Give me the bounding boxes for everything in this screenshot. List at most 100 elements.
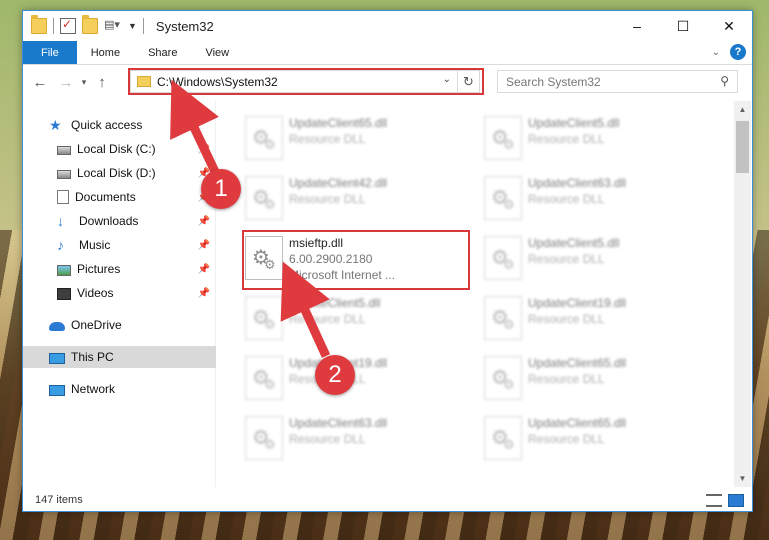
vertical-scrollbar[interactable]: ▲ ▼ (734, 101, 751, 487)
help-icon[interactable]: ? (730, 44, 746, 60)
file-description: Resource DLL (528, 312, 605, 326)
pictures-icon (57, 264, 71, 276)
expand-ribbon-icon[interactable]: ⌄ (712, 47, 720, 58)
sidebar-item-label: Local Disk (C:) (77, 142, 156, 156)
ribbon-tabs: File Home Share View ⌄ ? (23, 41, 752, 65)
file-tile[interactable]: UpdateClient19.dll Resource DLL (241, 351, 471, 407)
scroll-up-icon[interactable]: ▲ (734, 101, 751, 118)
scroll-down-icon[interactable]: ▼ (734, 470, 751, 487)
back-arrow-icon[interactable]: ← (29, 74, 51, 91)
pin-icon[interactable]: 📌 (198, 240, 210, 251)
sidebar-item-onedrive[interactable]: OneDrive (23, 314, 216, 336)
file-description: Resource DLL (528, 432, 605, 446)
pin-icon[interactable]: 📌 (198, 216, 210, 227)
dll-file-icon (245, 176, 283, 220)
sidebar-item-label: Network (71, 382, 116, 396)
sidebar-item-quick-access[interactable]: ★ Quick access (23, 114, 216, 136)
file-tile[interactable]: UpdateClient65.dll Resource DLL (480, 351, 710, 407)
dll-file-icon (484, 356, 522, 400)
file-description: Resource DLL (528, 372, 605, 386)
sidebar-item-label: This PC (71, 350, 114, 364)
window-title: System32 (155, 18, 214, 34)
sidebar-item-downloads[interactable]: ↓ Downloads 📌 (23, 210, 216, 232)
close-button[interactable]: ✕ (706, 11, 752, 41)
pin-icon[interactable]: 📌 (198, 288, 210, 299)
file-tile[interactable]: UpdateClient65.dll Resource DLL (480, 411, 710, 467)
quick-access-toolbar: ▤▾ ▼ (23, 15, 144, 34)
toolbar-dropdown-icon[interactable]: ▼ (128, 21, 137, 31)
sidebar-item-documents[interactable]: Documents 📌 (23, 186, 216, 208)
file-name: UpdateClient5.dll (528, 236, 620, 250)
dll-file-icon (245, 356, 283, 400)
customize-toolbar-icon[interactable]: ▤▾ (104, 18, 122, 34)
sidebar-item-videos[interactable]: Videos 📌 (23, 282, 216, 304)
file-name: UpdateClient65.dll (528, 416, 627, 430)
file-description: Resource DLL (528, 252, 605, 266)
sidebar-item-label: Quick access (71, 118, 143, 132)
file-tile[interactable]: UpdateClient63.dll Resource DLL (241, 411, 471, 467)
up-arrow-icon[interactable]: ↑ (91, 74, 113, 91)
file-name: UpdateClient65.dll (528, 356, 627, 370)
tab-file[interactable]: File (23, 41, 77, 64)
sidebar-item-music[interactable]: ♪ Music 📌 (23, 234, 216, 256)
toolbar-divider (53, 18, 54, 34)
recent-locations-icon[interactable]: ▾ (77, 77, 91, 88)
sidebar-item-label: Local Disk (D:) (77, 166, 156, 180)
star-icon: ★ (49, 117, 62, 133)
file-description: Resource DLL (289, 432, 366, 446)
sidebar-item-this-pc[interactable]: This PC (23, 346, 216, 368)
maximize-button[interactable]: ☐ (660, 11, 706, 41)
dll-file-icon (245, 116, 283, 160)
large-icons-view-icon[interactable] (728, 494, 744, 507)
file-list: UpdateClient65.dll Resource DLL UpdateCl… (217, 101, 733, 487)
new-folder-icon[interactable] (82, 15, 98, 34)
pin-icon[interactable]: 📌 (198, 144, 210, 155)
file-description: Resource DLL (289, 132, 366, 146)
status-bar: 147 items (23, 489, 752, 511)
file-name: UpdateClient42.dll (289, 176, 388, 190)
file-tile[interactable]: UpdateClient63.dll Resource DLL (480, 171, 710, 227)
dll-file-icon (484, 176, 522, 220)
file-name: UpdateClient65.dll (289, 116, 388, 130)
file-tile[interactable]: UpdateClient5.dll Resource DLL (480, 231, 710, 287)
tab-view[interactable]: View (191, 41, 243, 64)
file-tile[interactable]: UpdateClient19.dll Resource DLL (480, 291, 710, 347)
documents-icon (57, 190, 69, 204)
file-tile[interactable]: UpdateClient65.dll Resource DLL (241, 111, 471, 167)
properties-icon[interactable] (60, 17, 76, 34)
sidebar-item-label: Videos (77, 286, 114, 300)
file-highlight-box (242, 230, 470, 290)
cloud-icon (49, 322, 65, 331)
forward-arrow-icon[interactable]: → (55, 74, 77, 91)
pin-icon[interactable]: 📌 (198, 264, 210, 275)
tab-home[interactable]: Home (77, 41, 134, 64)
file-tile[interactable]: UpdateClient42.dll Resource DLL (241, 171, 471, 227)
sidebar-item-local-disk-c[interactable]: Local Disk (C:) 📌 (23, 138, 216, 160)
file-description: Resource DLL (289, 312, 366, 326)
address-highlight-box (128, 68, 484, 95)
minimize-button[interactable]: – (614, 11, 660, 41)
sidebar-item-pictures[interactable]: Pictures 📌 (23, 258, 216, 280)
sidebar-item-label: Music (79, 238, 111, 252)
file-tile[interactable]: UpdateClient5.dll Resource DLL (241, 291, 471, 347)
dll-file-icon (484, 116, 522, 160)
folder-icon[interactable] (31, 15, 47, 34)
step-badge-1: 1 (201, 169, 241, 209)
file-tile[interactable]: UpdateClient5.dll Resource DLL (480, 111, 710, 167)
step-badge-2: 2 (315, 355, 355, 395)
file-description: Resource DLL (528, 192, 605, 206)
drive-icon (57, 146, 71, 155)
computer-icon (49, 352, 65, 364)
search-input[interactable]: Search System32 ⚲ (497, 70, 738, 93)
sidebar-item-label: Downloads (79, 214, 139, 228)
sidebar-item-network[interactable]: Network (23, 378, 216, 400)
file-name: UpdateClient5.dll (289, 296, 381, 310)
dll-file-icon (484, 296, 522, 340)
search-icon[interactable]: ⚲ (720, 74, 729, 88)
tab-share[interactable]: Share (134, 41, 191, 64)
download-icon: ↓ (57, 213, 64, 229)
details-view-icon[interactable] (706, 494, 722, 507)
sidebar-item-local-disk-d[interactable]: Local Disk (D:) 📌 (23, 162, 216, 184)
scrollbar-thumb[interactable] (736, 121, 749, 173)
item-count: 147 items (35, 494, 83, 506)
